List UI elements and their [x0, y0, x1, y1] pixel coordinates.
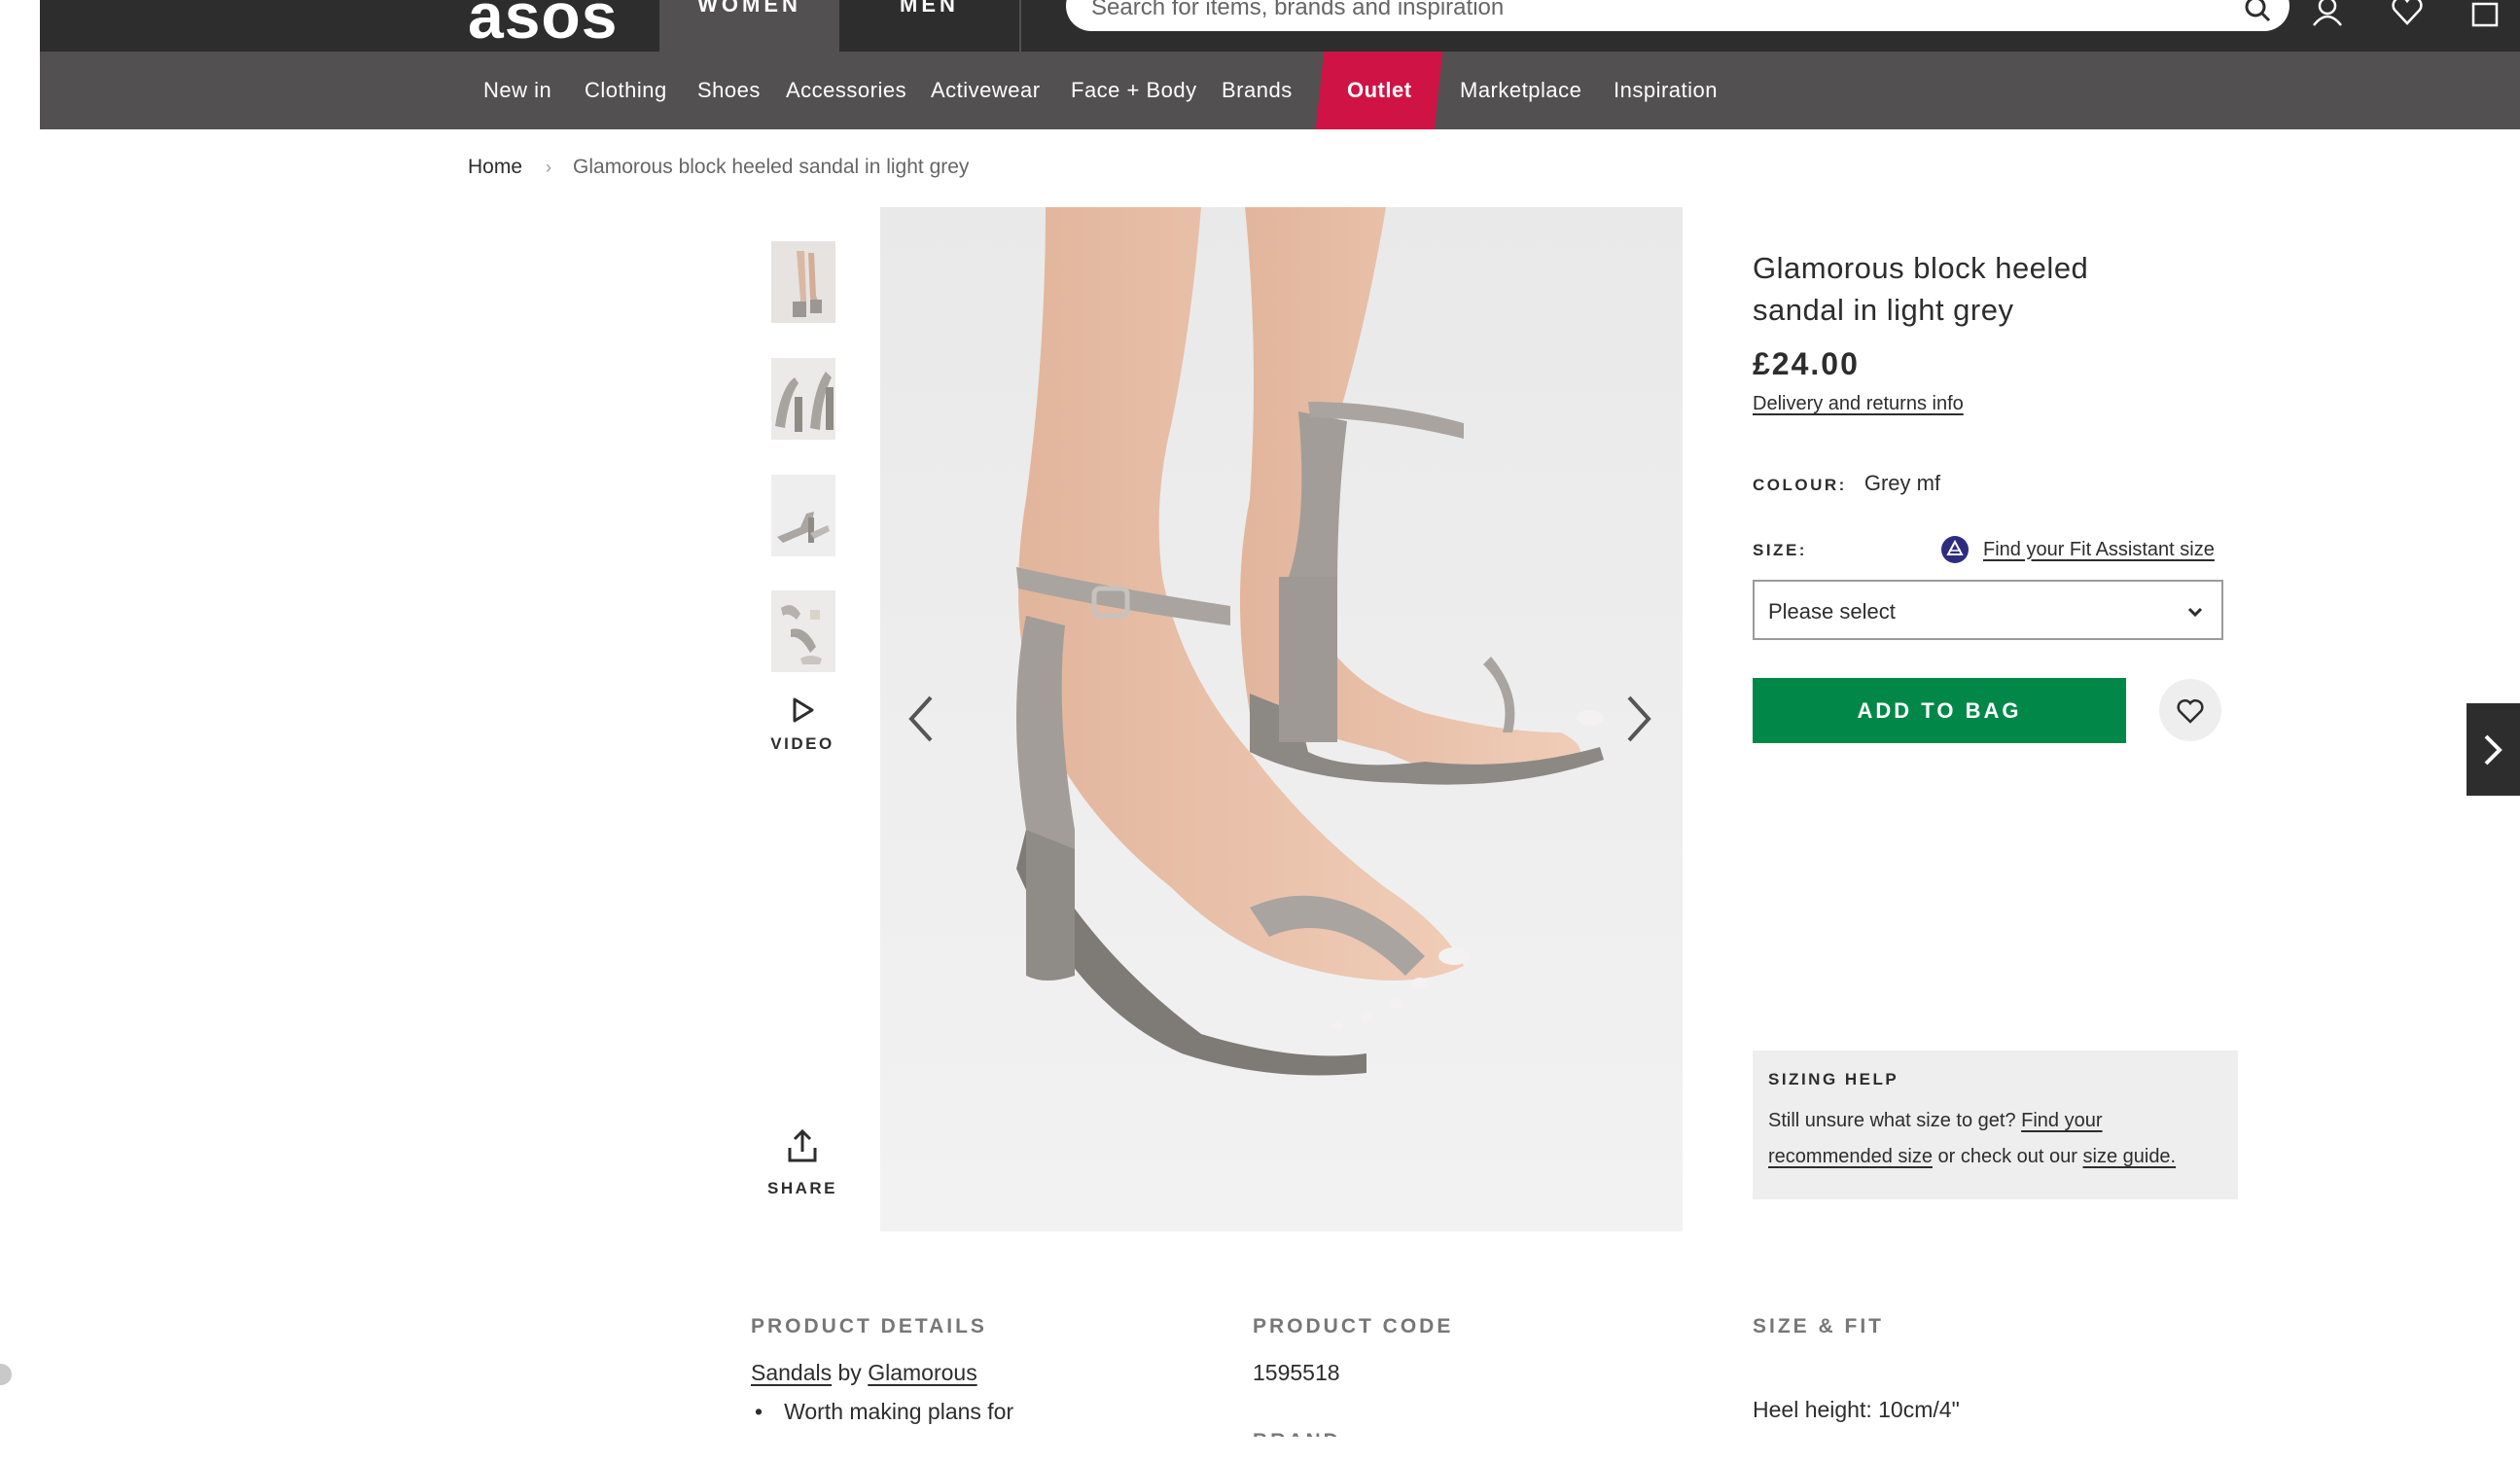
- nav-brands[interactable]: Brands: [1222, 52, 1293, 129]
- sizing-help-text-middle: or check out our: [1932, 1146, 2083, 1167]
- sizing-help-heading: SIZING HELP: [1768, 1070, 1899, 1088]
- colour-row: COLOUR: Grey mf: [1753, 471, 1940, 496]
- save-for-later-button[interactable]: [2159, 679, 2221, 741]
- size-label: SIZE:: [1753, 541, 1807, 559]
- nav-outlet-label: Outlet: [1346, 78, 1412, 102]
- nav-new-in[interactable]: New in: [483, 52, 551, 129]
- nav-outlet[interactable]: Outlet: [1315, 52, 1443, 129]
- details-bullet: • Worth making plans for: [755, 1399, 1013, 1425]
- bullet-dot: •: [755, 1399, 763, 1424]
- side-next-button[interactable]: [2467, 703, 2520, 796]
- nav-activewear[interactable]: Activewear: [931, 52, 1041, 129]
- sizing-help-text-start: Still unsure what size to get?: [1768, 1110, 2022, 1131]
- tab-divider: [1019, 0, 1021, 52]
- thumbnail-image: [771, 241, 835, 323]
- chevron-right-icon: [2484, 734, 2502, 766]
- thumbnail-2[interactable]: [771, 358, 835, 440]
- thumbnail-1[interactable]: [771, 241, 835, 323]
- tab-women[interactable]: WOMEN: [659, 0, 839, 52]
- colour-value: Grey mf: [1863, 471, 1941, 495]
- colour-label: COLOUR:: [1753, 476, 1847, 494]
- heart-icon[interactable]: [2390, 0, 2425, 27]
- asos-logo[interactable]: asos: [468, 0, 618, 53]
- product-code-value: 1595518: [1253, 1360, 1340, 1385]
- thumbnail-image: [771, 475, 835, 556]
- product-price: £24.00: [1753, 346, 1860, 381]
- sizing-help-box: SIZING HELP Still unsure what size to ge…: [1753, 1051, 2238, 1199]
- size-select[interactable]: Please select: [1753, 580, 2223, 640]
- heart-icon: [2177, 698, 2204, 724]
- page-edge: [0, 0, 40, 1462]
- video-label: VIDEO: [770, 734, 834, 753]
- top-bar: asos WOMEN MEN: [40, 0, 2520, 52]
- size-fit-heading: SIZE & FIT: [1753, 1315, 1884, 1337]
- size-select-value: Please select: [1768, 599, 1896, 624]
- product-details-heading: PRODUCT DETAILS: [751, 1315, 987, 1337]
- main-product-image[interactable]: [880, 207, 1683, 1231]
- brand-heading: BRAND: [1253, 1427, 1341, 1437]
- chevron-down-icon: [2187, 607, 2203, 618]
- category-nav: New in Clothing Shoes Accessories Active…: [40, 52, 2520, 129]
- nav-accessories[interactable]: Accessories: [786, 52, 906, 129]
- category-link[interactable]: Sandals: [751, 1360, 832, 1385]
- next-image-arrow[interactable]: [1619, 690, 1658, 748]
- breadcrumb-current: Glamorous block heeled sandal in light g…: [573, 156, 970, 178]
- search-icon[interactable]: [2243, 0, 2272, 23]
- brand-link[interactable]: Glamorous: [868, 1360, 976, 1385]
- thumbnail-image: [771, 590, 835, 672]
- tab-men-label: MEN: [900, 0, 959, 17]
- delivery-returns-link[interactable]: Delivery and returns info: [1753, 393, 1964, 415]
- by-text: by: [832, 1360, 869, 1385]
- thumbnail-image: [771, 358, 835, 440]
- search-input[interactable]: [1091, 0, 2210, 21]
- tab-men[interactable]: MEN: [839, 0, 1019, 52]
- breadcrumb-separator: ›: [546, 157, 552, 177]
- thumbnail-4[interactable]: [771, 590, 835, 672]
- nav-marketplace[interactable]: Marketplace: [1460, 52, 1581, 129]
- share-button[interactable]: SHARE: [759, 1128, 846, 1198]
- sizing-help-text: Still unsure what size to get? Find your…: [1768, 1103, 2222, 1175]
- play-icon: [793, 697, 814, 723]
- video-button[interactable]: VIDEO: [759, 695, 846, 754]
- product-details-line: Sandals by Glamorous: [751, 1360, 977, 1386]
- breadcrumb-home[interactable]: Home: [468, 156, 522, 179]
- product-title: Glamorous block heeled sandal in light g…: [1753, 251, 2089, 327]
- add-to-bag-button[interactable]: ADD TO BAG: [1753, 678, 2126, 743]
- bullet-text: Worth making plans for: [784, 1399, 1014, 1424]
- fit-assistant[interactable]: Find your Fit Assistant size: [1940, 535, 2215, 564]
- nav-clothing[interactable]: Clothing: [585, 52, 667, 129]
- thumbnail-3[interactable]: [771, 475, 835, 556]
- product-code-heading: PRODUCT CODE: [1253, 1315, 1454, 1337]
- share-label: SHARE: [766, 1179, 837, 1197]
- search-bar[interactable]: [1066, 0, 2289, 31]
- size-guide-link[interactable]: size guide.: [2083, 1146, 2177, 1167]
- nav-shoes[interactable]: Shoes: [697, 52, 761, 129]
- tab-women-label: WOMEN: [697, 0, 801, 17]
- share-icon: [788, 1128, 817, 1162]
- bag-icon[interactable]: [2467, 0, 2502, 27]
- nav-inspiration[interactable]: Inspiration: [1614, 52, 1718, 129]
- account-icon[interactable]: [2310, 0, 2345, 27]
- fit-assistant-link[interactable]: Find your Fit Assistant size: [1983, 539, 2215, 561]
- nav-face-body[interactable]: Face + Body: [1071, 52, 1197, 129]
- product-photo: [880, 207, 1683, 1231]
- fit-assistant-icon: [1941, 536, 1969, 563]
- breadcrumb: Home › Glamorous block heeled sandal in …: [468, 156, 969, 179]
- heel-height: Heel height: 10cm/4": [1753, 1397, 1960, 1422]
- prev-image-arrow[interactable]: [902, 690, 941, 748]
